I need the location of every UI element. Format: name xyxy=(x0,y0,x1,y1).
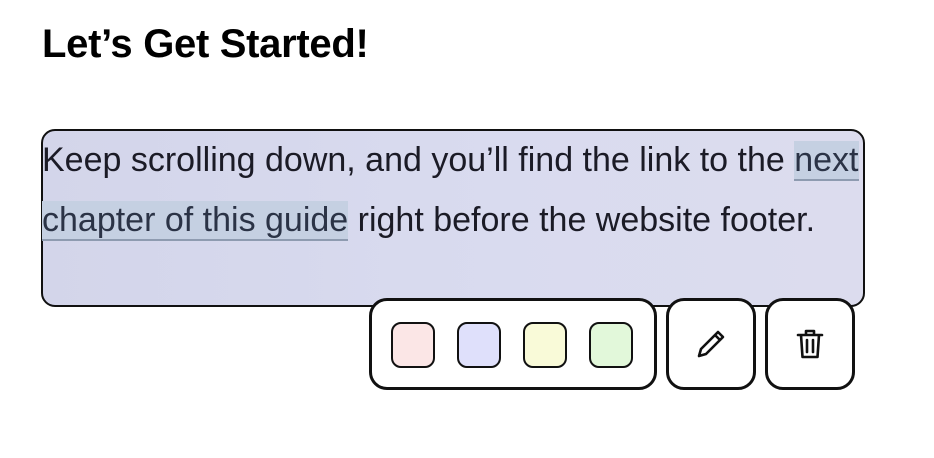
swatch-lavender[interactable] xyxy=(457,322,501,368)
color-swatch-group xyxy=(369,298,657,390)
trash-icon xyxy=(796,329,824,359)
paragraph-text-after: right before the website footer. xyxy=(348,201,816,239)
swatch-green[interactable] xyxy=(589,322,633,368)
swatch-yellow[interactable] xyxy=(523,322,567,368)
edit-button[interactable] xyxy=(669,301,753,387)
delete-highlight-card xyxy=(765,298,855,390)
paragraph-text-before: Keep scrolling down, and you’ll find the… xyxy=(42,141,795,179)
page-heading: Let’s Get Started! xyxy=(42,22,369,66)
highlighted-paragraph: Keep scrolling down, and you’ll find the… xyxy=(42,130,862,250)
delete-button[interactable] xyxy=(768,301,852,387)
swatch-pink[interactable] xyxy=(391,322,435,368)
edit-note-card xyxy=(666,298,756,390)
pencil-icon xyxy=(697,330,725,358)
